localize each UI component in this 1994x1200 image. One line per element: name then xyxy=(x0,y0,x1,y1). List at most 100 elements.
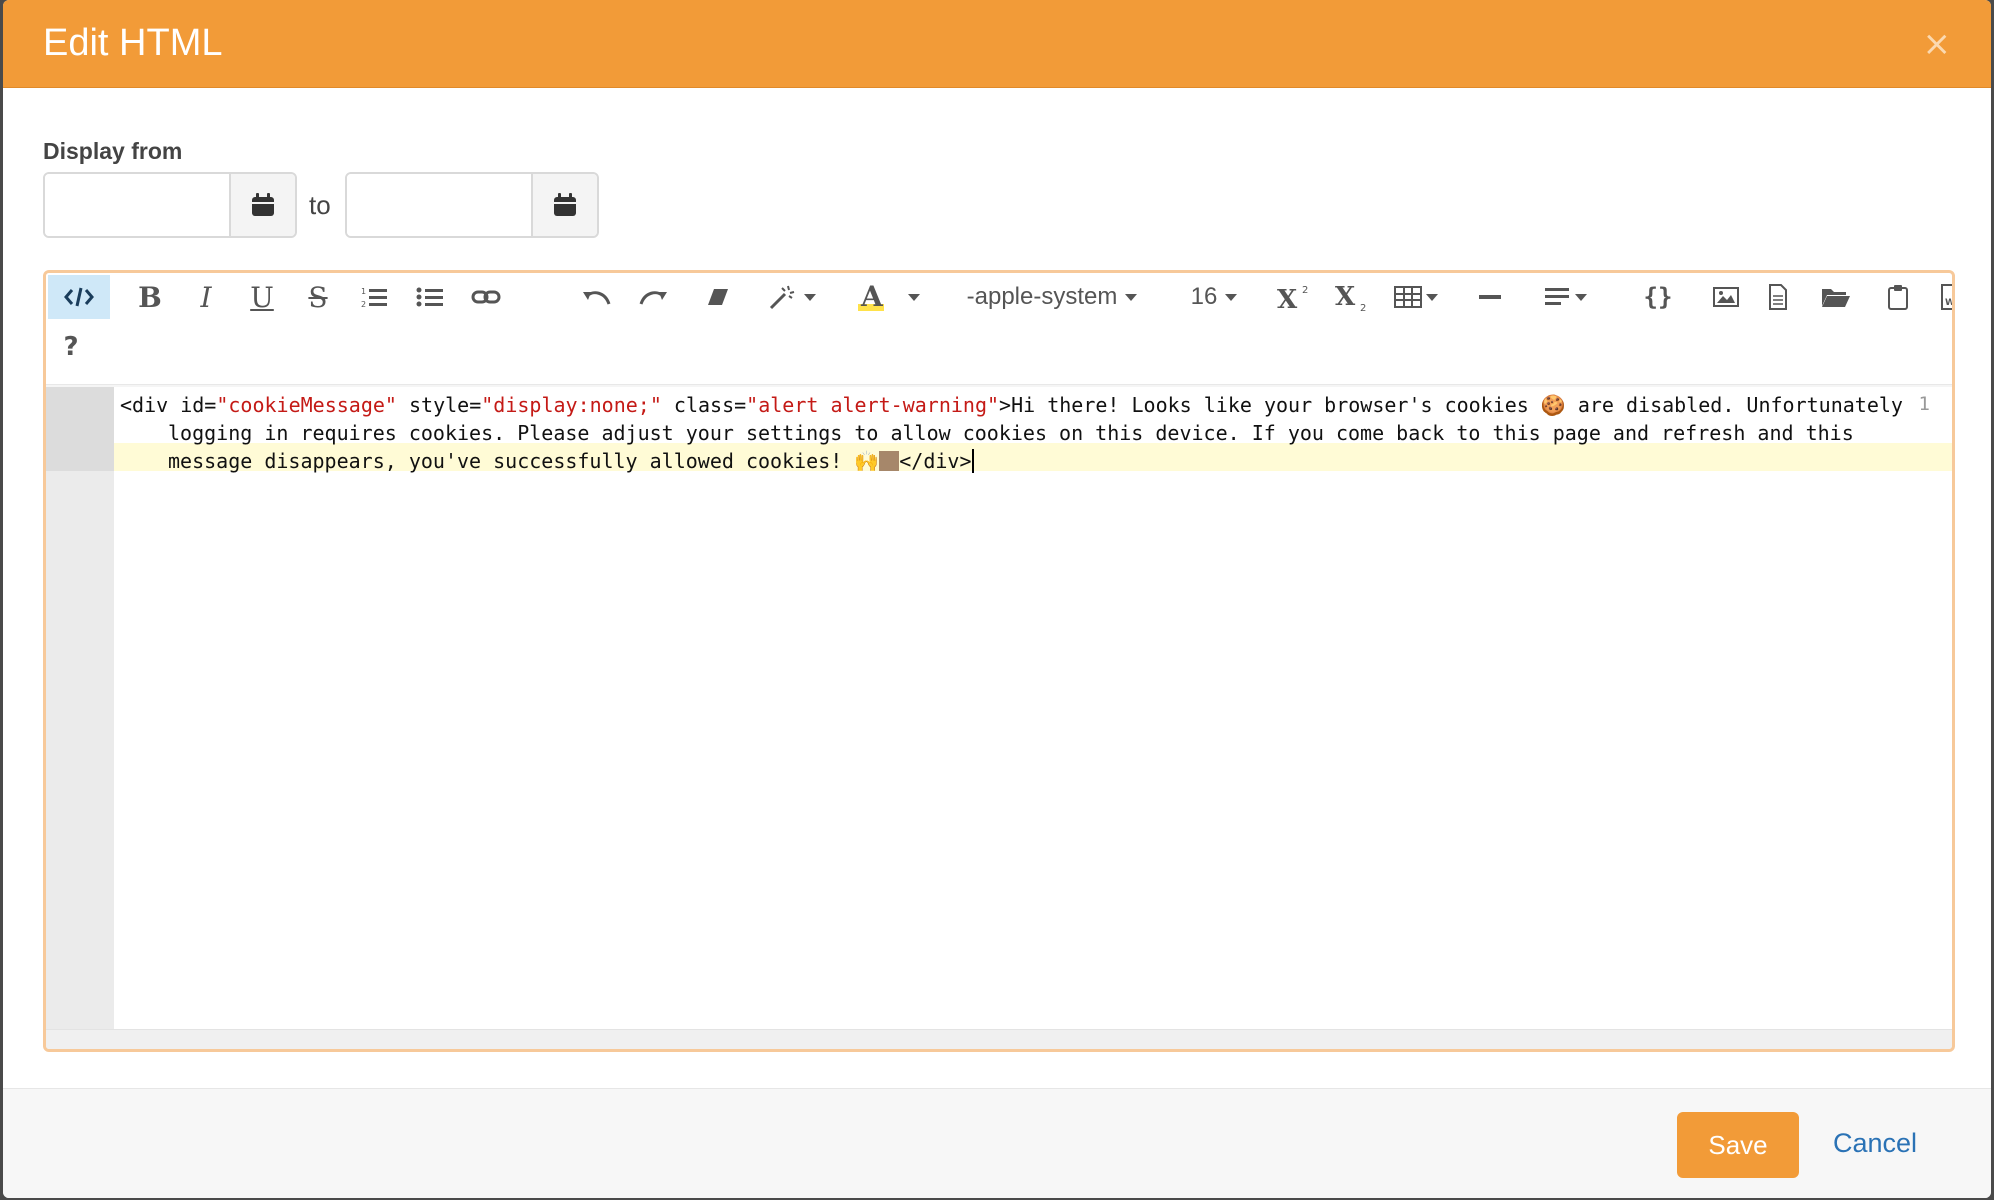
svg-text:2: 2 xyxy=(1360,303,1366,312)
chevron-down-icon xyxy=(1125,293,1138,301)
horizontal-rule-icon xyxy=(1479,295,1501,299)
calendar-to-button[interactable] xyxy=(531,174,597,236)
word-doc-button[interactable]: W xyxy=(1932,275,1955,319)
svg-text:1: 1 xyxy=(361,287,366,296)
save-button[interactable]: Save xyxy=(1677,1112,1799,1178)
html-editor: B I U S 1 2 A -apple-system 16 X 2 X 2 {… xyxy=(43,270,1955,1052)
unordered-list-button[interactable] xyxy=(410,275,450,319)
calendar-from-button[interactable] xyxy=(229,174,295,236)
chevron-down-icon xyxy=(908,293,920,301)
horizontal-rule-button[interactable] xyxy=(1470,275,1510,319)
chevron-down-icon xyxy=(1575,293,1587,301)
code-view-button[interactable] xyxy=(48,275,110,319)
image-icon xyxy=(1713,287,1739,307)
strikethrough-button[interactable]: S xyxy=(298,275,338,319)
redo-icon xyxy=(639,291,667,305)
code-text: class= xyxy=(661,393,747,417)
line-gutter xyxy=(46,387,114,1033)
code-editor-area[interactable]: 1 <div id="cookieMessage" style="display… xyxy=(46,387,1952,1033)
chevron-down-icon xyxy=(1426,293,1438,301)
link-button[interactable] xyxy=(466,275,506,319)
close-icon[interactable]: × xyxy=(1923,24,1952,64)
align-dropdown[interactable] xyxy=(1538,275,1594,319)
cancel-button[interactable]: Cancel xyxy=(1833,1128,1917,1159)
display-to-date-group xyxy=(345,172,599,238)
code-block-icon: {} xyxy=(1643,283,1673,311)
magic-wand-button[interactable] xyxy=(764,275,820,319)
align-icon xyxy=(1545,288,1569,305)
code-continuation-line: message disappears, you've successfully … xyxy=(120,447,1910,475)
code-text: </div> xyxy=(899,449,972,473)
clipboard-icon xyxy=(1888,285,1908,310)
svg-text:X: X xyxy=(1335,282,1356,312)
display-from-date-group xyxy=(43,172,297,238)
editor-resize-bar[interactable] xyxy=(46,1029,1952,1049)
table-button[interactable] xyxy=(1388,275,1444,319)
code-string: "cookieMessage" xyxy=(216,393,397,417)
undo-button[interactable] xyxy=(576,275,616,319)
folder-button[interactable] xyxy=(1814,275,1858,319)
help-icon: ? xyxy=(63,332,79,362)
italic-button[interactable]: I xyxy=(186,275,226,319)
underline-button[interactable]: U xyxy=(242,275,282,319)
chevron-down-icon xyxy=(1225,293,1238,301)
code-block-button[interactable]: {} xyxy=(1636,275,1680,319)
display-from-label: Display from xyxy=(43,138,183,164)
document-button[interactable] xyxy=(1758,275,1798,319)
image-button[interactable] xyxy=(1706,275,1746,319)
ordered-list-icon: 1 2 xyxy=(361,287,387,309)
table-icon xyxy=(1394,286,1422,308)
calendar-icon xyxy=(554,193,576,216)
folder-icon xyxy=(1822,289,1850,307)
eraser-icon xyxy=(708,289,728,305)
line-number: 1 xyxy=(1918,393,1930,415)
font-size-dropdown[interactable]: 16 xyxy=(1182,275,1246,319)
clipboard-button[interactable] xyxy=(1880,275,1916,319)
svg-text:W: W xyxy=(1945,298,1955,308)
bold-icon: B xyxy=(138,280,162,314)
display-from-input[interactable] xyxy=(45,174,229,236)
edit-html-modal: Edit HTML × Display from to B I U S 1 2 … xyxy=(3,0,1991,1198)
text-color-button[interactable]: A xyxy=(854,275,888,319)
magic-wand-icon xyxy=(769,285,795,310)
code-string: "alert alert-warning" xyxy=(746,393,1000,417)
svg-text:X: X xyxy=(1277,285,1298,311)
svg-text:2: 2 xyxy=(1302,285,1308,296)
superscript-button[interactable]: X 2 xyxy=(1272,275,1316,319)
underline-icon: U xyxy=(250,280,274,314)
strikethrough-icon: S xyxy=(308,280,328,314)
display-to-input[interactable] xyxy=(347,174,531,236)
code-string: "display:none;" xyxy=(481,393,662,417)
text-color-icon: A xyxy=(858,282,884,312)
code-content[interactable]: <div id="cookieMessage" style="display:n… xyxy=(120,391,1910,475)
subscript-icon: X 2 xyxy=(1335,282,1366,312)
svg-text:2: 2 xyxy=(361,300,366,309)
chevron-down-icon xyxy=(804,293,816,301)
svg-text:A: A xyxy=(860,282,884,312)
superscript-icon: X 2 xyxy=(1277,285,1308,311)
ordered-list-button[interactable]: 1 2 xyxy=(354,275,394,319)
code-view-icon xyxy=(64,287,94,307)
bold-button[interactable]: B xyxy=(130,275,170,319)
undo-icon xyxy=(583,291,611,305)
word-doc-icon: W xyxy=(1941,284,1955,310)
modal-title: Edit HTML xyxy=(43,22,223,64)
link-icon xyxy=(471,290,501,304)
eraser-button[interactable] xyxy=(698,275,738,319)
redo-button[interactable] xyxy=(634,275,674,319)
font-family-dropdown[interactable]: -apple-system xyxy=(952,275,1152,319)
text-cursor xyxy=(971,449,974,473)
code-text: style= xyxy=(396,393,482,417)
document-icon xyxy=(1769,284,1787,310)
to-label: to xyxy=(309,190,331,220)
code-text: message disappears, you've successfully … xyxy=(168,449,880,473)
text-color-dropdown[interactable] xyxy=(902,275,926,319)
font-family-value: -apple-system xyxy=(966,283,1118,310)
font-size-value: 16 xyxy=(1190,283,1218,310)
editor-toolbar: B I U S 1 2 A -apple-system 16 X 2 X 2 {… xyxy=(46,273,1952,385)
modal-header: Edit HTML × xyxy=(3,0,1991,88)
active-gutter xyxy=(46,387,114,471)
help-button[interactable]: ? xyxy=(48,325,94,369)
unordered-list-icon xyxy=(416,287,443,307)
subscript-button[interactable]: X 2 xyxy=(1330,275,1374,319)
